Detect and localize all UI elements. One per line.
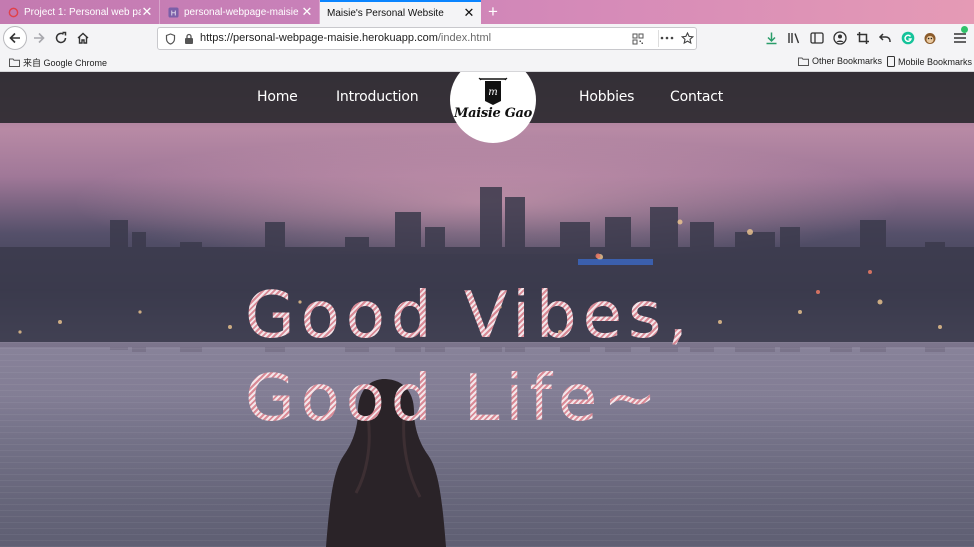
downloads-button[interactable] <box>762 28 780 48</box>
lock-icon[interactable] <box>184 33 194 45</box>
close-icon[interactable]: ✕ <box>301 5 313 18</box>
monkey-extension-icon <box>924 33 936 44</box>
logo-badge-letter: m <box>488 87 497 98</box>
back-button[interactable] <box>3 26 27 50</box>
account-icon <box>833 31 847 45</box>
sidebar-icon <box>810 32 824 44</box>
bookmark-folder-chrome[interactable]: 来自 Google Chrome <box>9 56 107 69</box>
bookmark-star-icon[interactable] <box>681 32 694 45</box>
more-actions-icon[interactable] <box>660 36 674 40</box>
account-button[interactable] <box>831 28 849 48</box>
nav-contact-link[interactable]: Contact <box>670 89 723 105</box>
hero-heading: Good Vibes, Good Life~ <box>245 275 694 441</box>
loading-icon <box>8 7 19 17</box>
logo-text: Maisie Gao <box>453 106 532 121</box>
logo-badge-icon: m <box>478 77 508 105</box>
heroku-icon: H <box>168 6 179 18</box>
url-host: https://personal-webpage-maisie.herokuap… <box>200 32 438 44</box>
nav-introduction-link[interactable]: Introduction <box>336 89 419 105</box>
qr-code-icon[interactable] <box>632 33 644 45</box>
hero-line-2: Good Life~ <box>245 362 663 436</box>
hamburger-menu-icon <box>954 33 966 43</box>
reload-button[interactable] <box>51 28 71 48</box>
home-button[interactable] <box>73 28 93 48</box>
navigation-toolbar: https://personal-webpage-maisie.herokuap… <box>0 24 974 52</box>
home-icon <box>77 32 89 44</box>
svg-text:H: H <box>171 8 176 17</box>
crop-icon <box>857 32 869 44</box>
library-button[interactable] <box>785 28 803 48</box>
nav-home-link[interactable]: Home <box>257 89 298 105</box>
shield-icon[interactable] <box>165 33 176 45</box>
grammarly-icon <box>901 31 915 45</box>
forward-button[interactable] <box>29 28 49 48</box>
tab-project[interactable]: Project 1: Personal web page ✕ <box>0 0 160 24</box>
tab-title: Maisie's Personal Website <box>327 7 444 19</box>
undo-icon <box>878 33 891 42</box>
url-divider <box>658 30 659 47</box>
arrow-left-icon <box>9 32 20 44</box>
tab-title: personal-webpage-maisie | He <box>184 6 301 18</box>
tab-maisie-website[interactable]: Maisie's Personal Website ✕ <box>320 0 481 24</box>
close-icon[interactable]: ✕ <box>141 5 153 18</box>
close-icon[interactable]: ✕ <box>463 6 475 19</box>
sidebar-button[interactable] <box>808 28 826 48</box>
url-text[interactable]: https://personal-webpage-maisie.herokuap… <box>200 32 491 44</box>
arrow-right-icon <box>34 32 45 44</box>
folder-icon <box>9 58 20 67</box>
reload-icon <box>55 31 67 44</box>
mobile-bookmarks[interactable]: Mobile Bookmarks <box>887 56 972 67</box>
folder-icon <box>798 57 809 66</box>
tab-strip: Project 1: Personal web page ✕ H persona… <box>0 0 974 24</box>
other-bookmarks[interactable]: Other Bookmarks <box>798 56 882 66</box>
download-icon <box>766 32 776 45</box>
bookmarks-toolbar: 来自 Google Chrome Other Bookmarks Mobile … <box>0 52 974 72</box>
hero-line-1: Good Vibes, <box>245 279 694 353</box>
update-badge <box>961 26 968 33</box>
library-icon <box>788 33 800 44</box>
tab-title: Project 1: Personal web page <box>24 6 141 18</box>
screenshot-button[interactable] <box>854 28 872 48</box>
menu-button[interactable] <box>951 26 969 48</box>
bookmark-label: Other Bookmarks <box>812 56 883 66</box>
web-page: Good Vibes, Good Life~ Home Introduction… <box>0 72 974 547</box>
tab-heroku[interactable]: H personal-webpage-maisie | He ✕ <box>160 0 320 24</box>
nav-hobbies-link[interactable]: Hobbies <box>579 89 634 105</box>
address-bar[interactable]: https://personal-webpage-maisie.herokuap… <box>157 27 697 50</box>
grammarly-button[interactable] <box>899 28 917 48</box>
bookmark-label: Mobile Bookmarks <box>898 56 973 67</box>
mobile-icon <box>887 56 895 67</box>
new-tab-button[interactable]: + <box>484 2 502 22</box>
extension-button[interactable] <box>921 28 939 48</box>
bookmark-label: 来自 Google Chrome <box>23 58 108 68</box>
undo-button[interactable] <box>876 28 894 48</box>
url-path: /index.html <box>437 32 492 44</box>
